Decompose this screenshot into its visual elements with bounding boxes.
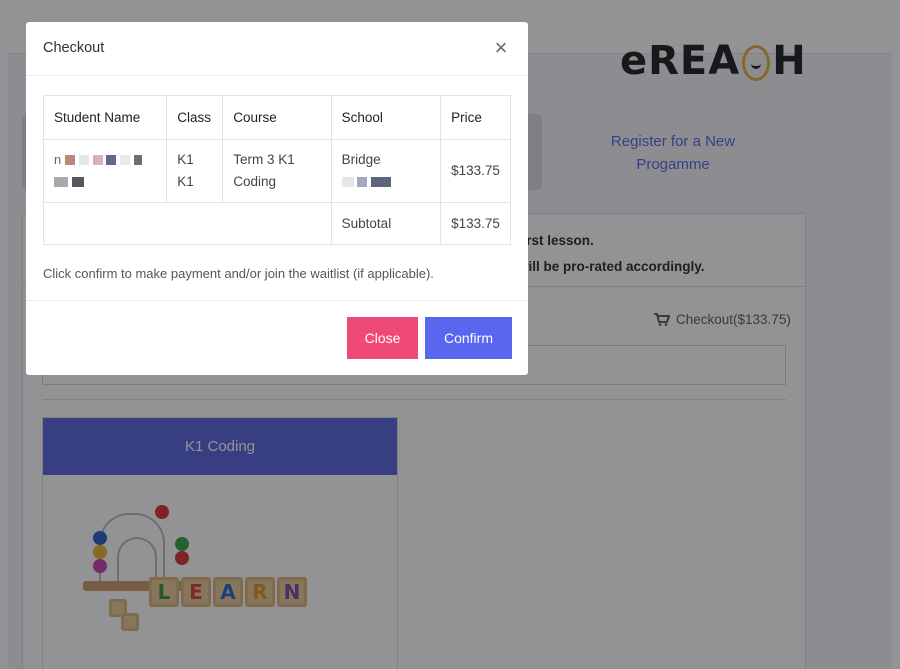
column-header: Class: [166, 95, 224, 140]
subtotal-label: Subtotal: [330, 202, 442, 245]
modal-title: Checkout: [43, 40, 105, 56]
confirm-button[interactable]: Confirm: [425, 317, 512, 359]
modal-footer-divider: [26, 300, 528, 301]
table-row: n K1 K1 Term 3 K1 Coding Bridge $133.75: [42, 139, 511, 203]
column-header: Course: [222, 95, 332, 140]
table-header-row: Student Name Class Course School Price: [42, 95, 511, 140]
column-header: Price: [440, 95, 511, 140]
close-icon[interactable]: ×: [488, 35, 514, 61]
checkout-modal: Checkout × Student Name Class Course Sch…: [26, 22, 528, 375]
redacted-student-name: [54, 171, 156, 193]
school-name: Bridge: [341, 152, 381, 167]
modal-header: Checkout ×: [26, 22, 528, 76]
student-name-cell: n: [42, 139, 168, 203]
close-button[interactable]: Close: [347, 317, 418, 359]
payment-note: Click confirm to make payment and/or joi…: [43, 266, 434, 281]
school-cell: Bridge: [330, 139, 442, 203]
subtotal-row: Subtotal $133.75: [43, 202, 511, 245]
redacted-student-name: n: [54, 149, 156, 171]
course-cell: Term 3 K1 Coding: [222, 139, 332, 203]
subtotal-value: $133.75: [440, 202, 511, 245]
price-cell: $133.75: [440, 139, 511, 203]
column-header: School: [330, 95, 442, 140]
class-cell: K1 K1: [166, 139, 224, 203]
checkout-table: Student Name Class Course School Price n: [42, 95, 511, 245]
redacted-school-name: [341, 171, 430, 193]
empty-cell: [43, 202, 332, 245]
column-header: Student Name: [42, 95, 168, 140]
